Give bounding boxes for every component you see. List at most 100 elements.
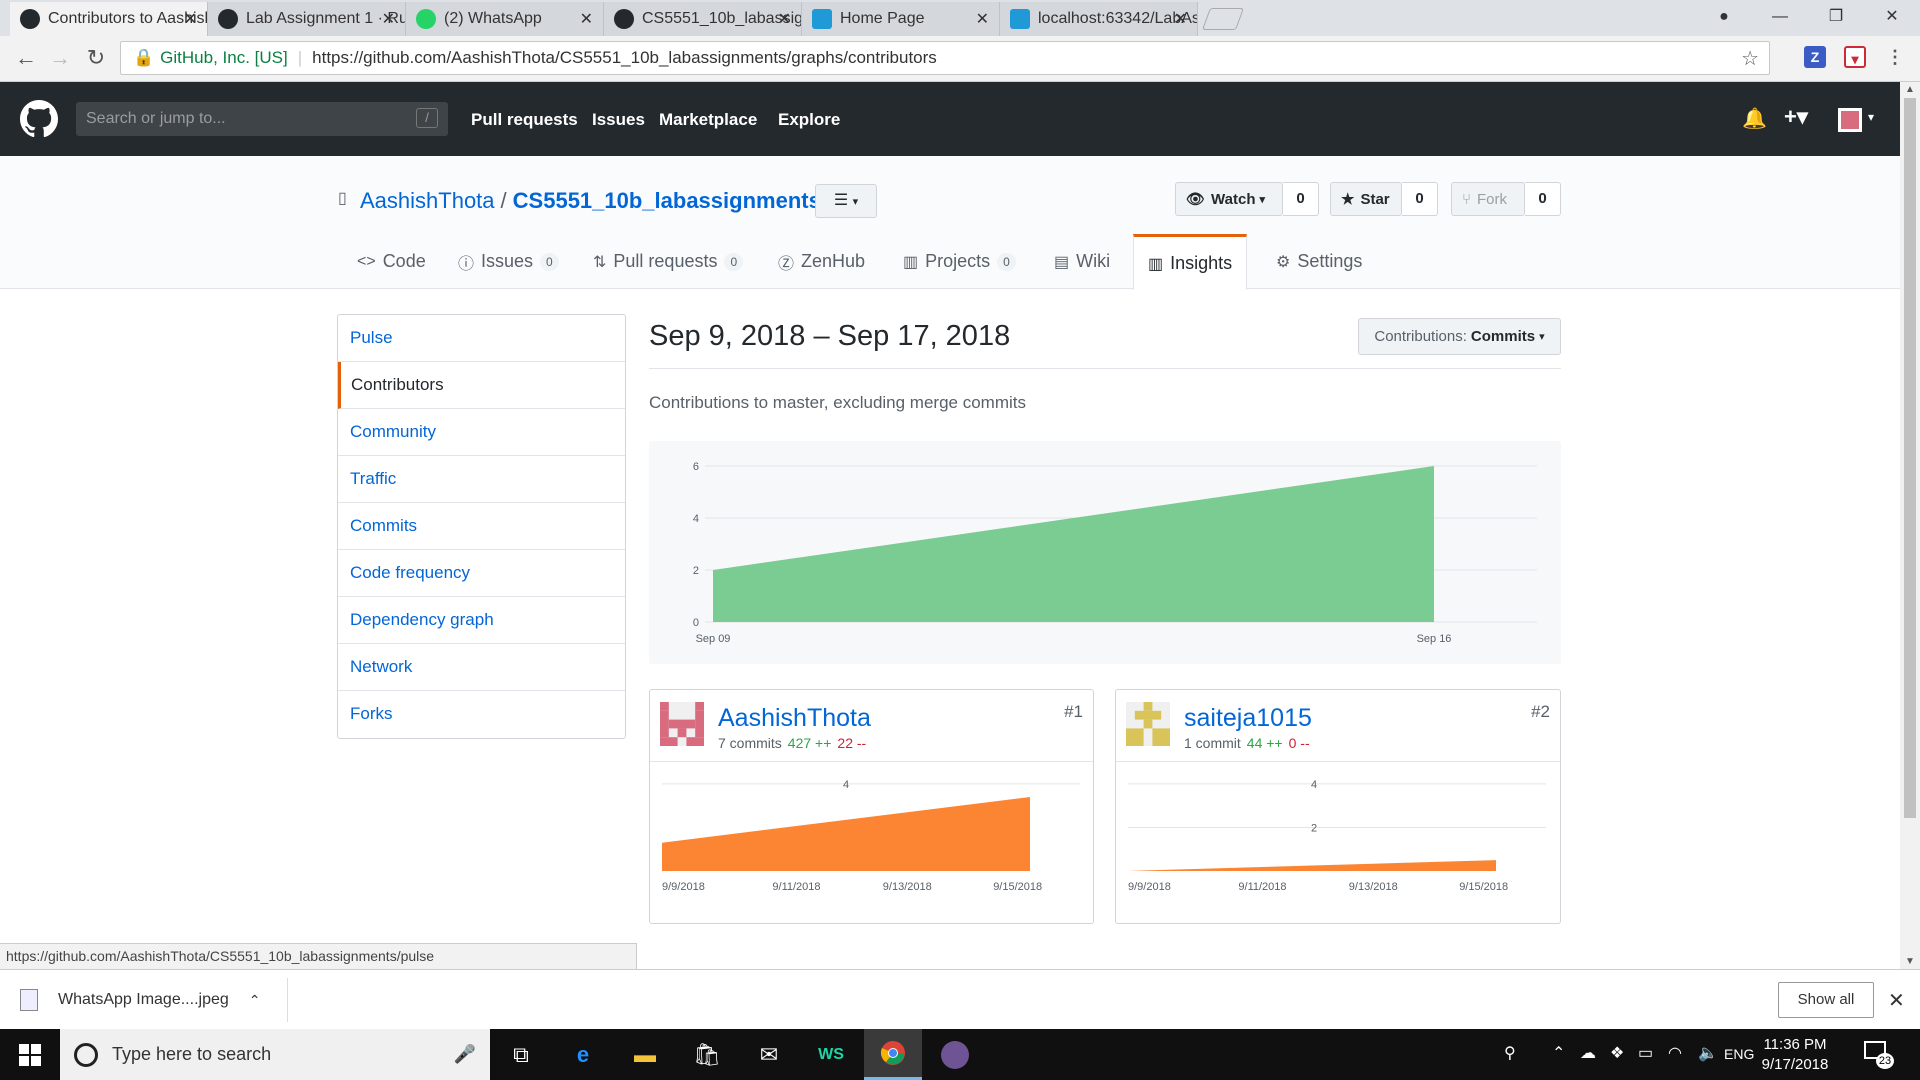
tab-projects[interactable]: ▥ Projects 0	[889, 234, 1030, 289]
github-header: Search or jump to... / Pull requests Iss…	[0, 82, 1900, 156]
scroll-up-arrow[interactable]: ▲	[1905, 84, 1915, 95]
microphone-icon[interactable]: 🎤	[454, 1044, 476, 1065]
file-explorer-icon[interactable]: ▬	[616, 1029, 674, 1080]
close-icon[interactable]: ✕	[1888, 988, 1905, 1013]
avatar[interactable]	[1126, 702, 1170, 746]
scroll-down-arrow[interactable]: ▼	[1905, 956, 1915, 967]
sidebar-item-dependency-graph[interactable]: Dependency graph	[338, 597, 625, 644]
tab-issues[interactable]: ⓘ Issues 0	[444, 234, 573, 289]
area-series	[662, 796, 1030, 871]
scrollbar-thumb[interactable]	[1904, 98, 1916, 818]
sidebar-item-forks[interactable]: Forks	[338, 691, 625, 738]
nav-issues[interactable]: Issues	[592, 110, 645, 130]
sidebar-item-contributors[interactable]: Contributors	[338, 362, 625, 409]
close-icon[interactable]: ✕	[184, 9, 197, 29]
show-all-button[interactable]: Show all	[1778, 982, 1874, 1018]
windows-start-button[interactable]	[0, 1029, 60, 1080]
webstorm-icon[interactable]: WS	[802, 1029, 860, 1080]
avatar[interactable]	[660, 702, 704, 746]
tab-counter: 0	[724, 252, 744, 271]
user-avatar[interactable]	[1838, 108, 1862, 132]
browser-tab[interactable]: CS5551_10b_labassignme ✕	[604, 2, 802, 36]
close-window-icon[interactable]: ✕	[1864, 0, 1920, 36]
wifi-icon[interactable]: ◠	[1668, 1043, 1682, 1063]
contributor-username-link[interactable]: saiteja1015	[1184, 704, 1312, 733]
fork-count[interactable]: 0	[1525, 182, 1561, 216]
sidebar-item-traffic[interactable]: Traffic	[338, 456, 625, 503]
sidebar-item-commits[interactable]: Commits	[338, 503, 625, 550]
contributions-select[interactable]: Contributions: Commits ▾	[1358, 318, 1561, 355]
taskbar-clock[interactable]: 11:36 PM 9/17/2018	[1752, 1035, 1838, 1075]
sidebar-item-community[interactable]: Community	[338, 409, 625, 456]
edge-browser-icon[interactable]: e	[554, 1029, 612, 1080]
github-desktop-icon[interactable]	[926, 1029, 984, 1080]
nav-pull-requests[interactable]: Pull requests	[471, 110, 578, 130]
browser-tab[interactable]: Lab Assignment 1 · Ruthv ✕	[208, 2, 406, 36]
tab-pull-requests[interactable]: ⇅ Pull requests 0	[579, 234, 757, 289]
taskbar-search-input[interactable]: Type here to search 🎤	[60, 1029, 490, 1080]
commit-count[interactable]: 7 commits	[718, 735, 782, 751]
download-item[interactable]: WhatsApp Image....jpeg ⌃	[20, 978, 288, 1022]
star-count[interactable]: 0	[1402, 182, 1438, 216]
dropbox-icon[interactable]: ❖	[1610, 1043, 1624, 1063]
select-value: Commits	[1470, 328, 1536, 345]
close-icon[interactable]: ✕	[580, 9, 593, 29]
nav-marketplace[interactable]: Marketplace	[659, 110, 757, 130]
repo-name-link[interactable]: CS5551_10b_labassignments	[513, 188, 821, 213]
bookmark-star-icon[interactable]: ☆	[1741, 46, 1759, 71]
pocket-extension-icon[interactable]: ▾	[1844, 46, 1866, 68]
new-tab-button[interactable]	[1201, 8, 1245, 30]
forward-icon[interactable]: →	[46, 45, 74, 71]
browser-tab[interactable]: Home Page ✕	[802, 2, 1000, 36]
show-hidden-icons-chevron[interactable]: ⌃	[1552, 1043, 1565, 1063]
nav-explore[interactable]: Explore	[778, 110, 840, 130]
sidebar-item-code-frequency[interactable]: Code frequency	[338, 550, 625, 597]
tab-zenhub[interactable]: Ⓩ ZenHub	[764, 234, 879, 289]
fork-button[interactable]: ⑂ Fork	[1451, 182, 1525, 216]
commit-count[interactable]: 1 commit	[1184, 735, 1241, 751]
github-logo-icon[interactable]	[20, 100, 58, 138]
close-icon[interactable]: ✕	[382, 9, 395, 29]
browser-tab[interactable]: Contributors to AashishT ✕	[10, 2, 208, 36]
tab-wiki[interactable]: ▤ Wiki	[1040, 234, 1124, 289]
volume-icon[interactable]: 🔈	[1698, 1043, 1718, 1063]
close-icon[interactable]: ✕	[1174, 9, 1187, 29]
chrome-icon[interactable]	[864, 1029, 922, 1080]
onedrive-cloud-icon[interactable]: ☁	[1580, 1043, 1596, 1063]
repo-owner-link[interactable]: AashishThota	[360, 188, 495, 213]
chevron-up-icon[interactable]: ⌃	[249, 992, 261, 1009]
close-icon[interactable]: ✕	[778, 9, 791, 29]
browser-tab[interactable]: (2) WhatsApp ✕	[406, 2, 604, 36]
profile-icon[interactable]: ●	[1696, 0, 1752, 36]
create-new-plus-icon[interactable]: +▾	[1784, 104, 1808, 130]
battery-icon[interactable]: ▭	[1638, 1043, 1653, 1063]
zotero-extension-icon[interactable]: Z	[1804, 46, 1826, 68]
contributor-username-link[interactable]: AashishThota	[718, 704, 871, 733]
tab-code[interactable]: <> Code	[343, 234, 440, 289]
tab-insights[interactable]: ▥ Insights	[1133, 234, 1248, 290]
notification-bell-icon[interactable]: 🔔	[1742, 106, 1767, 131]
page-scrollbar[interactable]: ▲ ▼	[1900, 82, 1920, 969]
maximize-icon[interactable]: ❐	[1808, 0, 1864, 36]
action-center-icon[interactable]: 23	[1864, 1041, 1894, 1069]
minimize-icon[interactable]: —	[1752, 0, 1808, 36]
mail-icon[interactable]: ✉	[740, 1029, 798, 1080]
chrome-menu-icon[interactable]: ⋮	[1884, 46, 1906, 68]
search-input[interactable]: Search or jump to... /	[76, 102, 448, 136]
sidebar-item-network[interactable]: Network	[338, 644, 625, 691]
task-view-icon[interactable]: ⧉	[492, 1029, 550, 1080]
back-icon[interactable]: ←	[12, 45, 40, 71]
close-icon[interactable]: ✕	[976, 9, 989, 29]
language-indicator[interactable]: ENG	[1724, 1046, 1754, 1062]
reload-icon[interactable]: ↻	[82, 45, 110, 71]
people-icon[interactable]: ⚲	[1504, 1043, 1516, 1063]
watch-count[interactable]: 0	[1283, 182, 1319, 216]
tab-settings[interactable]: ⚙ Settings	[1262, 234, 1376, 289]
sidebar-item-pulse[interactable]: Pulse	[338, 315, 625, 362]
store-icon[interactable]: 🛍	[678, 1029, 736, 1080]
watch-button[interactable]: 👁 Watch ▾	[1175, 182, 1283, 216]
star-button[interactable]: ★ Star	[1330, 182, 1402, 216]
address-bar[interactable]: 🔒 GitHub, Inc. [US] | https://github.com…	[120, 41, 1770, 75]
browser-tab[interactable]: localhost:63342/LabAssig ✕	[1000, 2, 1198, 36]
zenhub-list-button[interactable]: ☰ ▾	[815, 184, 877, 218]
